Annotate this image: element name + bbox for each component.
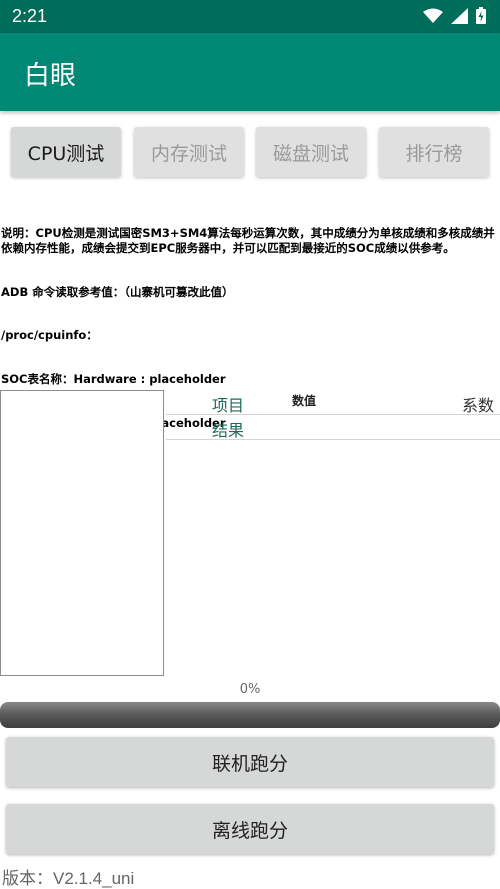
cpuinfo-line: /proc/cpuinfo： [1, 328, 98, 343]
status-bar: 2:21 [0, 0, 500, 33]
chip-image-box [0, 390, 164, 676]
tab-cpu-test[interactable]: CPU测试 [11, 127, 121, 177]
column-factor: 系数 [461, 396, 494, 415]
version-label: 版本：V2.1.4_uni [2, 869, 135, 888]
column-value: 数值 [292, 394, 317, 408]
result-table-header: 项目 数值 系数 [166, 390, 500, 415]
tab-ranking[interactable]: 排行榜 [379, 127, 489, 177]
adb-reference-line: ADB 命令读取参考值：（山寨机可篡改此值） [1, 284, 234, 299]
signal-icon [451, 7, 468, 24]
offline-benchmark-button[interactable]: 离线跑分 [6, 804, 494, 854]
wifi-icon [423, 8, 443, 23]
progress-bar [0, 702, 500, 728]
app-title: 白眼 [24, 61, 77, 91]
column-item: 项目 [212, 396, 245, 415]
description-line: 说明：CPU检测是测试国密SM3+SM4算法每秒运算次数，其中成绩分为单核成绩和… [1, 226, 495, 255]
tab-disk-test[interactable]: 磁盘测试 [256, 127, 366, 177]
status-time: 2:21 [12, 6, 48, 26]
status-icons [423, 7, 486, 24]
progress-percent: 0% [239, 682, 261, 697]
app-bar: 白眼 [0, 33, 500, 111]
result-label: 结果 [212, 421, 245, 440]
online-benchmark-button[interactable]: 联机跑分 [6, 737, 494, 787]
battery-icon [476, 7, 486, 24]
test-tabs: CPU测试 内存测试 磁盘测试 排行榜 [0, 127, 500, 177]
soc-table-name-line: SOC表名称：Hardware : placeholder [1, 372, 226, 387]
result-row: 结果 [166, 414, 500, 440]
tab-memory-test[interactable]: 内存测试 [134, 127, 244, 177]
